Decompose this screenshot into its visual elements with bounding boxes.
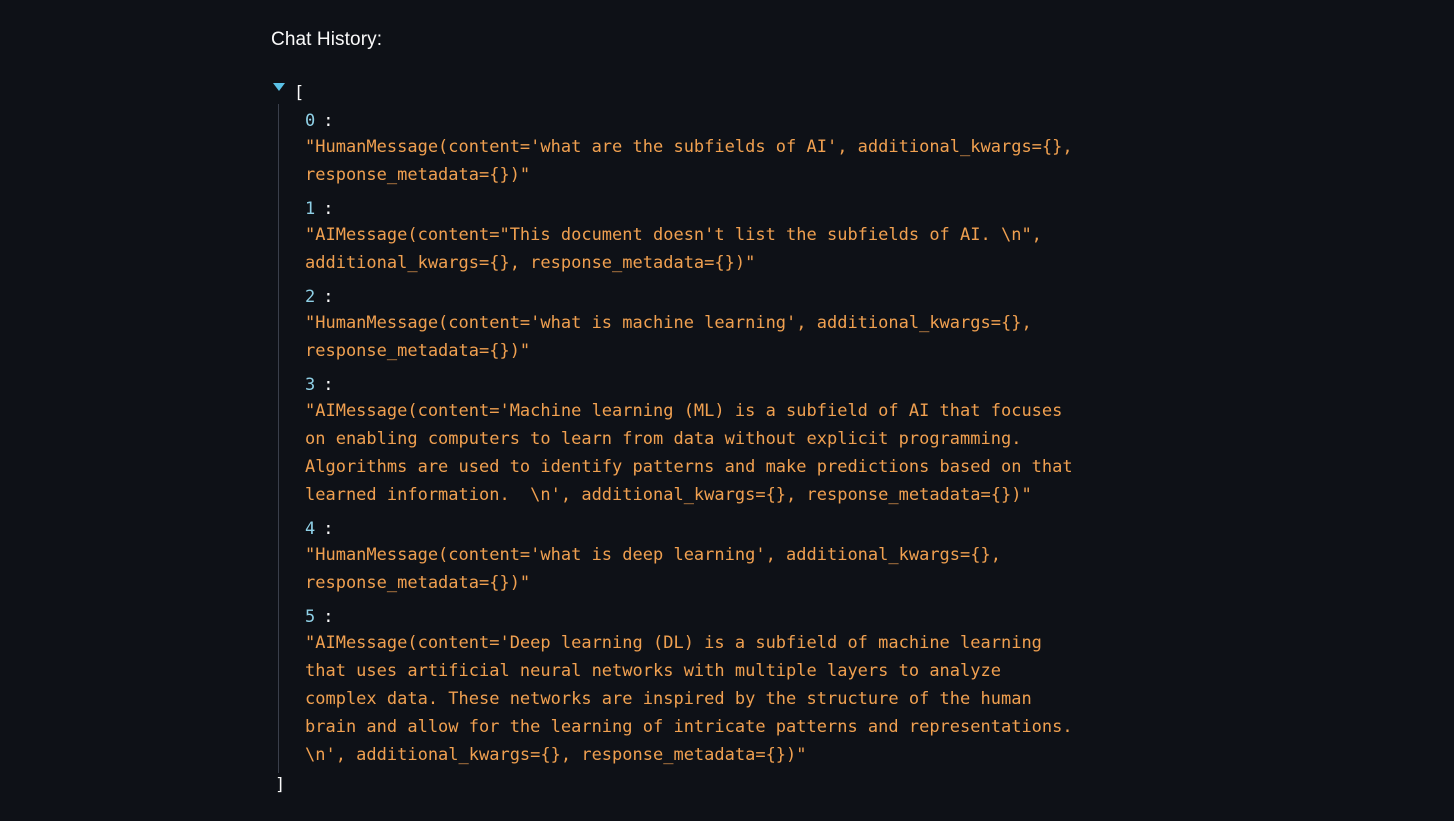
json-key-line: 1: — [305, 197, 1151, 221]
json-key-line: 5: — [305, 605, 1151, 629]
json-key-line: 2: — [305, 285, 1151, 309]
json-value: "AIMessage(content="This document doesn'… — [305, 225, 1042, 273]
collapse-toggle-icon[interactable] — [273, 83, 285, 91]
json-colon: : — [323, 519, 334, 539]
json-key: 4 — [305, 519, 316, 539]
json-key-line: 0: — [305, 109, 1151, 133]
json-value: "HumanMessage(content='what are the subf… — [305, 137, 1073, 185]
json-key-line: 4: — [305, 517, 1151, 541]
json-colon: : — [323, 607, 334, 627]
json-colon: : — [323, 375, 334, 395]
json-key: 0 — [305, 111, 316, 131]
json-item: 5: "AIMessage(content='Deep learning (DL… — [305, 605, 1151, 769]
json-value: "AIMessage(content='Deep learning (DL) i… — [305, 633, 1073, 765]
json-key: 3 — [305, 375, 316, 395]
json-colon: : — [323, 111, 334, 131]
close-bracket: ] — [275, 775, 286, 795]
json-viewer: [ 0: "HumanMessage(content='what are the… — [271, 78, 1151, 797]
json-item: 4: "HumanMessage(content='what is deep l… — [305, 517, 1151, 597]
open-bracket: [ — [294, 83, 305, 103]
json-item: 2: "HumanMessage(content='what is machin… — [305, 285, 1151, 365]
json-open-line: [ — [271, 78, 1151, 104]
chat-history-label: Chat History: — [271, 29, 383, 50]
json-key-line: 3: — [305, 373, 1151, 397]
json-value: "HumanMessage(content='what is deep lear… — [305, 545, 1001, 593]
json-items: 0: "HumanMessage(content='what are the s… — [278, 104, 1151, 773]
json-item: 0: "HumanMessage(content='what are the s… — [305, 109, 1151, 189]
json-key: 2 — [305, 287, 316, 307]
json-colon: : — [323, 199, 334, 219]
json-value: "HumanMessage(content='what is machine l… — [305, 313, 1032, 361]
json-colon: : — [323, 287, 334, 307]
json-item: 3: "AIMessage(content='Machine learning … — [305, 373, 1151, 509]
json-key: 5 — [305, 607, 316, 627]
json-key: 1 — [305, 199, 316, 219]
json-item: 1: "AIMessage(content="This document doe… — [305, 197, 1151, 277]
json-value: "AIMessage(content='Machine learning (ML… — [305, 401, 1073, 505]
